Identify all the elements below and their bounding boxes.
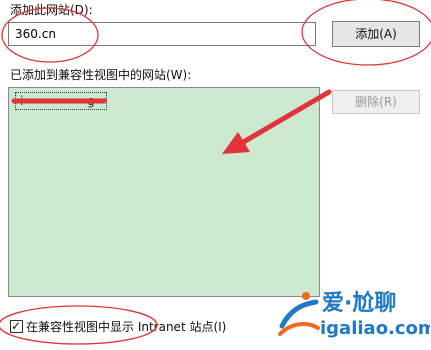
add-button[interactable]: 添加(A) — [332, 21, 420, 47]
igaliao-watermark: 爱·尬聊 igaliao.com — [278, 290, 430, 339]
checkmark-icon: ✓ — [11, 318, 22, 333]
compat-list-label: 已添加到兼容性视图中的网站(W): — [10, 68, 192, 82]
site-url-input[interactable] — [8, 22, 316, 46]
add-site-label: 添加此网站(D): — [10, 3, 93, 17]
watermark-logo-icon — [278, 292, 320, 336]
intranet-checkbox[interactable]: ✓ — [10, 318, 23, 333]
intranet-option[interactable]: ✓ 在兼容性视图中显示 Intranet 站点(I) — [10, 318, 226, 334]
remove-button: 删除(R) — [332, 90, 420, 114]
list-item[interactable]: i•••••••••g••• — [15, 92, 107, 110]
compat-site-list[interactable]: i•••••••••g••• — [8, 87, 320, 297]
intranet-checkbox-label: 在兼容性视图中显示 Intranet 站点(I) — [26, 319, 227, 334]
watermark-brand: 爱·尬聊 — [322, 290, 396, 316]
watermark-domain: igaliao.com — [320, 318, 430, 339]
